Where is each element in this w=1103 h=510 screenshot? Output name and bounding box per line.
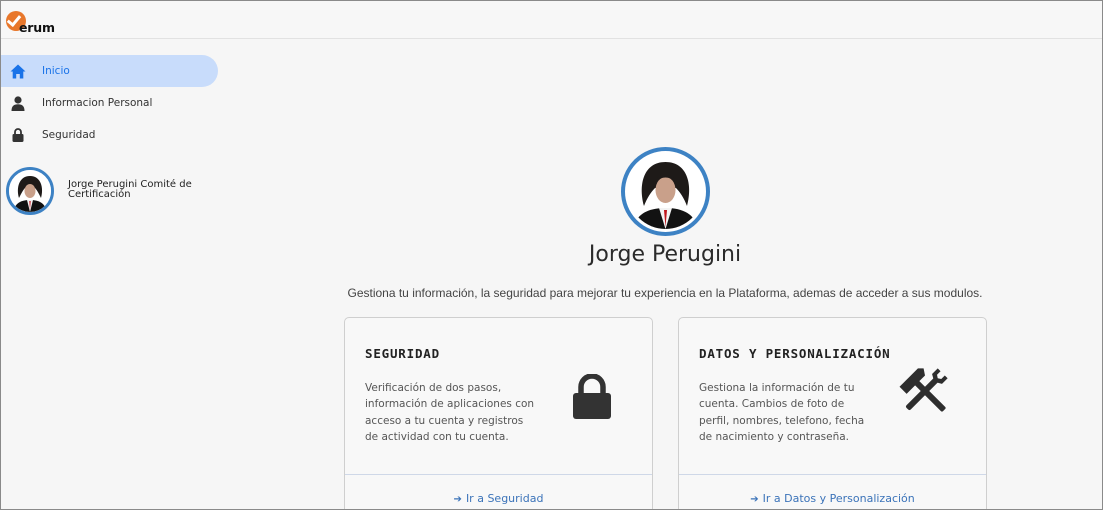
- sidebar-item-label: Seguridad: [42, 129, 96, 141]
- sidebar-user[interactable]: Jorge Perugini Comité de Certificación: [6, 167, 216, 215]
- card-seguridad: SEGURIDAD Verificación de dos pasos, inf…: [344, 317, 653, 509]
- sidebar-item-label: Inicio: [42, 65, 70, 77]
- link-ir-a-seguridad[interactable]: ➔ Ir a Seguridad: [345, 492, 652, 505]
- card-description: Verificación de dos pasos, información d…: [365, 382, 535, 443]
- profile-photo: [628, 154, 703, 229]
- sidebar: Inicio Informacion Personal Seguridad Jo…: [1, 39, 221, 509]
- avatar[interactable]: [6, 167, 54, 215]
- user-icon: [10, 95, 26, 111]
- sidebar-item-seguridad[interactable]: Seguridad: [1, 119, 218, 151]
- sidebar-item-label: Informacion Personal: [42, 97, 153, 109]
- logo[interactable]: erum: [6, 11, 56, 35]
- profile-name: Jorge Perugini: [588, 242, 742, 267]
- lock-icon: [572, 373, 612, 425]
- card-datos-personalizacion: DATOS Y PERSONALIZACIÓN Gestiona la info…: [678, 317, 987, 509]
- card-divider: [345, 474, 652, 475]
- profile-avatar[interactable]: [621, 147, 710, 236]
- link-ir-a-datos-personalizacion[interactable]: ➔ Ir a Datos y Personalización: [679, 492, 986, 505]
- sign-in-icon: ➔: [453, 494, 462, 505]
- page-subtitle: Gestiona tu información, la seguridad pa…: [347, 286, 983, 300]
- lock-icon: [10, 127, 26, 143]
- card-title: SEGURIDAD: [365, 346, 440, 361]
- app-window: erum Inicio Informacion Personal Segurid…: [0, 0, 1103, 510]
- logo-text: erum: [19, 20, 55, 35]
- sign-in-icon: ➔: [750, 494, 759, 505]
- tools-icon: [894, 364, 956, 423]
- user-name: Jorge Perugini Comité de Certificación: [68, 179, 192, 200]
- link-label: Ir a Seguridad: [465, 492, 544, 505]
- link-label: Ir a Datos y Personalización: [762, 492, 915, 505]
- sidebar-item-informacion-personal[interactable]: Informacion Personal: [1, 87, 218, 119]
- sidebar-item-inicio[interactable]: Inicio: [1, 55, 218, 87]
- home-icon: [10, 63, 26, 79]
- card-description: Gestiona la información de tu cuenta. Ca…: [699, 382, 865, 443]
- top-bar: erum: [1, 1, 1102, 39]
- avatar-photo: [9, 170, 51, 212]
- card-title: DATOS Y PERSONALIZACIÓN: [699, 346, 891, 361]
- card-divider: [679, 474, 986, 475]
